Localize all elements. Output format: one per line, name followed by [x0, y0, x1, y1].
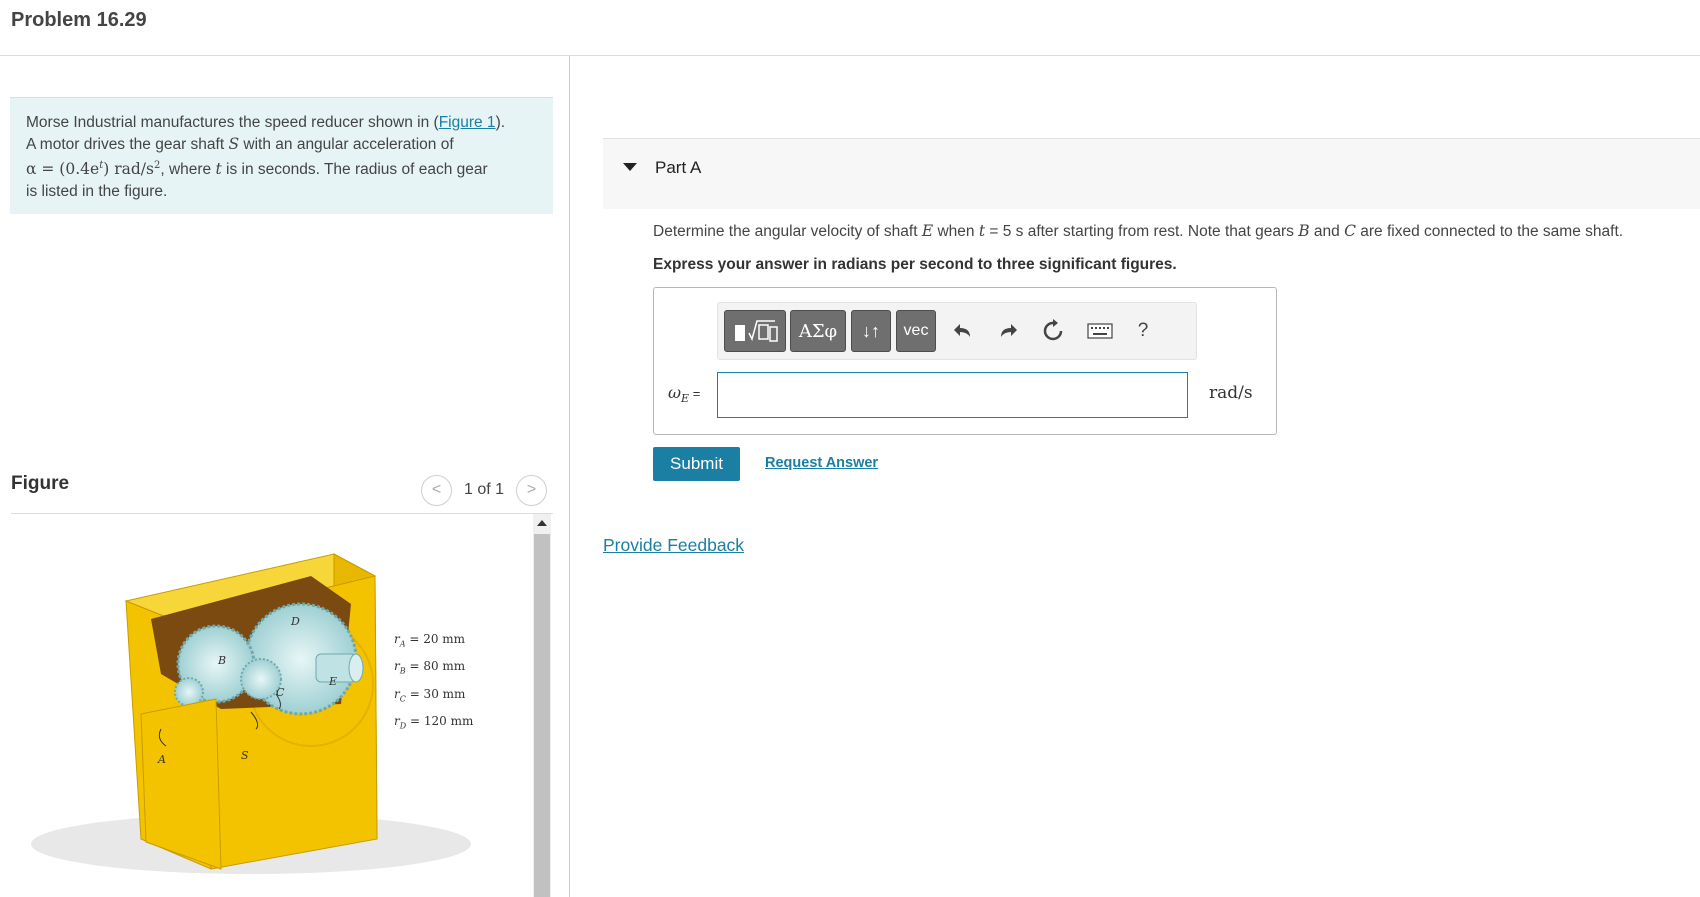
undo-icon	[954, 324, 970, 337]
omega-label: ωE =	[668, 383, 701, 406]
request-answer-link[interactable]: Request Answer	[765, 455, 878, 471]
keyboard-button[interactable]	[1080, 311, 1120, 351]
part-a-header[interactable]: Part A	[603, 138, 1700, 209]
templates-button[interactable]	[724, 310, 786, 352]
keyboard-icon	[1087, 323, 1113, 339]
chevron-left-icon: <	[431, 481, 442, 498]
radii-list: rA = 20 mm rB = 80 mm rC = 30 mm rD = 12…	[394, 628, 473, 738]
radius-a: rA = 20 mm	[394, 632, 466, 649]
next-figure-button[interactable]: >	[516, 474, 548, 506]
figure-scrollbar[interactable]	[533, 514, 551, 897]
help-button[interactable]: ?	[1123, 311, 1163, 351]
scroll-up-arrow-icon[interactable]	[537, 520, 547, 526]
radius-d: rD = 120 mm	[394, 714, 474, 731]
problem-text: A motor drives the gear shaft	[26, 135, 229, 153]
part-a-title: Part A	[655, 158, 702, 177]
answer-input[interactable]	[717, 372, 1188, 418]
math-toolbar: ΑΣφ ↓↑ vec ?	[717, 302, 1197, 360]
label-e: E	[328, 675, 337, 688]
label-d: D	[290, 615, 300, 628]
label-s: S	[241, 749, 249, 762]
redo-button[interactable]	[988, 311, 1028, 351]
redo-icon	[1001, 324, 1017, 337]
prev-figure-button[interactable]: <	[421, 474, 452, 506]
problem-text: Morse Industrial manufactures the speed …	[26, 114, 439, 131]
label-b: B	[217, 654, 226, 667]
question-text: Determine the angular velocity of shaft …	[653, 222, 1624, 240]
var-s: S	[228, 134, 240, 153]
caret-down-icon[interactable]	[623, 163, 637, 171]
problem-text: , where	[160, 161, 216, 179]
problem-title: Problem 16.29	[11, 9, 147, 31]
undo-button[interactable]	[943, 311, 983, 351]
greek-symbols-button[interactable]: ΑΣφ	[790, 310, 846, 352]
subscript-superscript-button[interactable]: ↓↑	[851, 310, 891, 352]
label-c: C	[276, 686, 285, 699]
problem-text: with an angular acceleration of	[239, 135, 454, 153]
radius-c: rC = 30 mm	[394, 686, 466, 704]
answer-instruction: Express your answer in radians per secon…	[653, 256, 1177, 273]
header-bar: Problem 16.29	[0, 0, 1700, 56]
problem-text: is listed in the figure.	[26, 182, 168, 200]
chevron-right-icon: >	[526, 481, 537, 498]
figure-page-count: 1 of 1	[464, 481, 505, 498]
problem-text: ).	[495, 114, 506, 131]
problem-text: is in seconds. The radius of each gear	[221, 161, 488, 179]
scroll-thumb[interactable]	[534, 534, 550, 897]
figure-pager: < 1 of 1 >	[421, 474, 548, 506]
reset-button[interactable]	[1033, 311, 1073, 351]
alpha-expression: α = (0.4et) rad/s2	[26, 160, 161, 179]
radius-b: rB = 80 mm	[394, 659, 466, 676]
provide-feedback-link[interactable]: Provide Feedback	[603, 535, 744, 556]
reset-icon	[1043, 319, 1063, 341]
vector-button[interactable]: vec	[896, 310, 936, 352]
figure-link[interactable]: Figure 1	[439, 114, 496, 131]
answer-panel: ΑΣφ ↓↑ vec ? ωE = rad/s	[653, 287, 1277, 435]
label-a: A	[157, 753, 166, 766]
templates-icon	[735, 320, 778, 342]
submit-button[interactable]: Submit	[653, 447, 740, 481]
answer-units: rad/s	[1209, 383, 1253, 403]
problem-statement: Morse Industrial manufactures the speed …	[10, 97, 553, 214]
figure-heading: Figure	[11, 473, 70, 494]
